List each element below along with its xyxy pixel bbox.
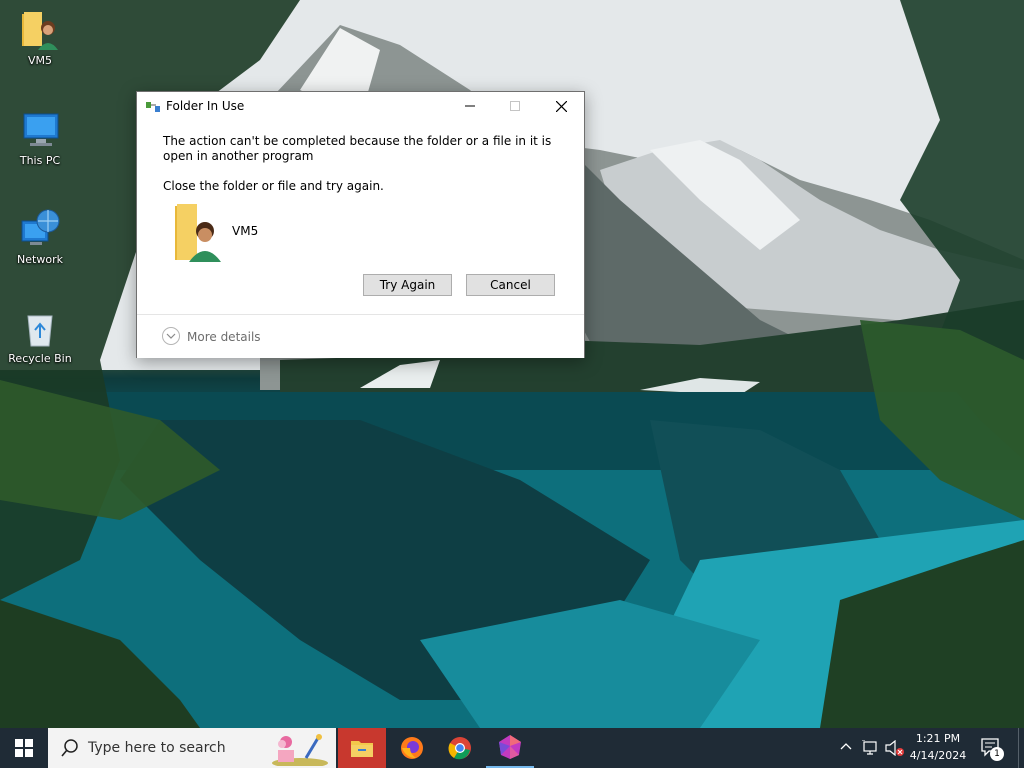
notification-center-button[interactable]: 1	[980, 737, 1004, 761]
dialog-title: Folder In Use	[166, 99, 245, 113]
minimize-button[interactable]	[447, 92, 493, 120]
taskbar-app[interactable]	[486, 728, 534, 768]
close-icon	[555, 100, 567, 112]
maximize-icon	[510, 101, 520, 111]
taskbar: Type here to search 1:21 PM 4/14/2024 1	[0, 728, 1024, 768]
taskbar-chrome[interactable]	[436, 728, 484, 768]
dialog-footer: More details	[137, 314, 584, 358]
maximize-button	[492, 92, 538, 120]
desktop-icon-recycle-bin[interactable]: Recycle Bin	[0, 306, 80, 365]
desktop-icon-this-pc[interactable]: This PC	[0, 108, 80, 167]
more-details-link[interactable]: More details	[187, 330, 261, 344]
dialog-content: The action can't be completed because th…	[163, 134, 563, 194]
network-icon	[18, 207, 62, 251]
search-placeholder: Type here to search	[88, 740, 226, 756]
notification-count-badge: 1	[990, 747, 1004, 761]
clock-date[interactable]: 4/14/2024	[906, 749, 970, 762]
error-message: The action can't be completed because th…	[163, 134, 552, 163]
desktop-icon-label: This PC	[19, 154, 61, 167]
dialog-titlebar[interactable]: Folder In Use	[137, 92, 584, 120]
user-folder-icon	[173, 204, 223, 267]
search-icon	[61, 739, 78, 757]
desktop-icon-label: Network	[17, 253, 63, 266]
gem-app-icon	[499, 735, 521, 759]
volume-muted-icon[interactable]	[885, 740, 905, 756]
desktop-icon-label: Recycle Bin	[8, 352, 72, 365]
recycle-bin-icon	[18, 306, 62, 350]
chevron-down-icon[interactable]	[162, 327, 180, 345]
taskbar-firefox[interactable]	[388, 728, 436, 768]
locked-item: VM5	[173, 204, 373, 264]
desktop-icon-vm5[interactable]: VM5	[0, 8, 80, 67]
windows-logo-icon	[15, 739, 33, 757]
minimize-icon	[465, 105, 475, 107]
close-button[interactable]	[538, 92, 584, 120]
file-move-icon	[146, 101, 160, 112]
cancel-button[interactable]: Cancel	[466, 274, 555, 296]
start-button[interactable]	[0, 728, 48, 768]
taskbar-file-explorer[interactable]	[338, 728, 386, 768]
search-box[interactable]: Type here to search	[48, 728, 336, 768]
folder-icon	[351, 741, 373, 757]
instruction-text: Close the folder or file and try again.	[163, 179, 384, 193]
clock-time[interactable]: 1:21 PM	[906, 732, 970, 745]
network-tray-icon[interactable]	[862, 740, 880, 756]
desktop-icon-label: VM5	[27, 54, 52, 67]
show-desktop-button[interactable]	[1018, 728, 1024, 768]
search-highlight-icon	[272, 734, 328, 766]
computer-icon	[18, 108, 62, 152]
chrome-icon	[448, 737, 471, 760]
desktop-icon-network[interactable]: Network	[0, 207, 80, 266]
chevron-up-icon[interactable]	[840, 741, 852, 753]
firefox-icon	[401, 737, 423, 759]
locked-item-name: VM5	[232, 224, 259, 238]
folder-in-use-dialog: Folder In Use The action can't be comple…	[136, 91, 585, 358]
try-again-button[interactable]: Try Again	[363, 274, 452, 296]
user-folder-icon	[18, 8, 62, 52]
